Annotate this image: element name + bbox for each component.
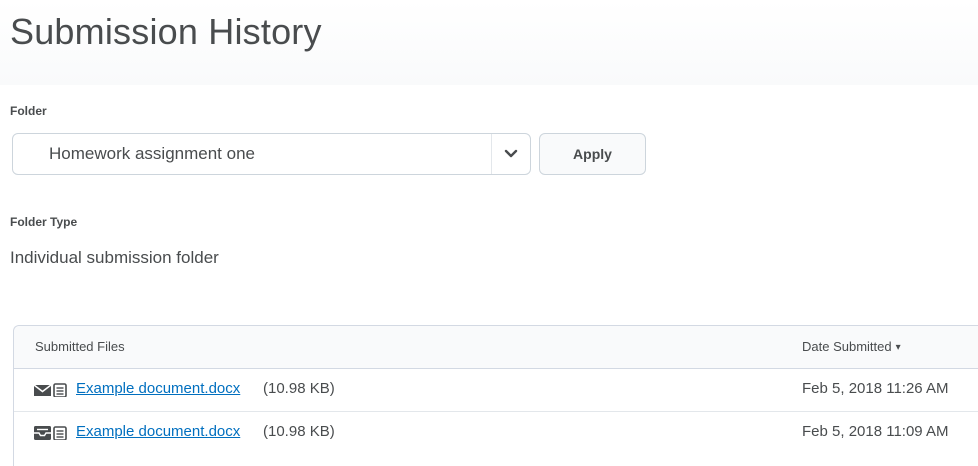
column-header-date-label: Date Submitted [802, 339, 892, 354]
inbox-tray-icon [34, 426, 67, 440]
date-submitted: Feb 5, 2018 11:26 AM [802, 380, 949, 397]
folder-select[interactable]: Homework assignment one [12, 133, 531, 175]
submission-history-page: Submission History Folder Homework assig… [0, 0, 978, 466]
table-header-row: Submitted Files Date Submitted ▾ [14, 326, 978, 369]
sort-descending-icon: ▾ [895, 342, 901, 353]
table-row: Example document.docx (10.98 KB) Feb 5, … [14, 412, 978, 454]
file-link[interactable]: Example document.docx [76, 423, 240, 440]
column-header-submitted-files: Submitted Files [35, 339, 125, 354]
page-title: Submission History [10, 11, 322, 52]
envelope-icon [34, 383, 67, 397]
submissions-table: Submitted Files Date Submitted ▾ Example … [13, 325, 978, 466]
folder-select-value: Homework assignment one [49, 144, 255, 163]
file-link[interactable]: Example document.docx [76, 380, 240, 397]
table-row: Example document.docx (10.98 KB) Feb 5, … [14, 369, 978, 412]
folder-type-label: Folder Type [10, 215, 78, 229]
date-submitted: Feb 5, 2018 11:09 AM [802, 423, 949, 440]
chevron-down-icon [504, 149, 518, 158]
file-size: (10.98 KB) [263, 423, 335, 440]
select-divider [491, 134, 492, 174]
folder-label: Folder [10, 104, 47, 118]
file-size: (10.98 KB) [263, 380, 335, 397]
folder-type-value: Individual submission folder [10, 248, 219, 267]
apply-button[interactable]: Apply [539, 133, 646, 175]
column-header-date-submitted[interactable]: Date Submitted ▾ [802, 339, 901, 354]
